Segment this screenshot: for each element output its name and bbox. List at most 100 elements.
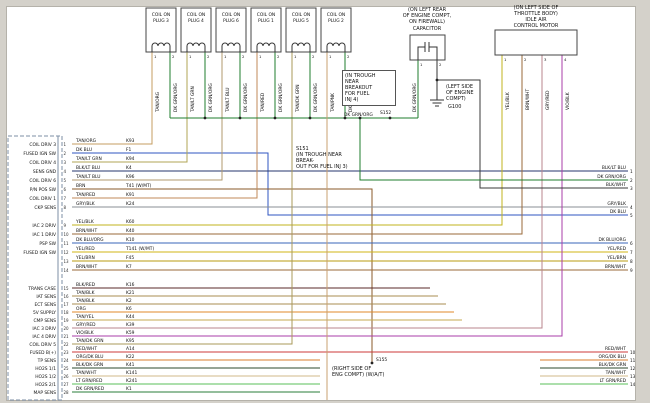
junction-dot [309, 117, 312, 120]
coil-label: PLUG 1 [258, 18, 274, 24]
splice-note-s152: (IN TROUGH NEAR BREAKOUT FOR FUEL INJ 4) [342, 70, 396, 106]
wire-color-label: TAN/BLK [75, 290, 95, 296]
pin-number: 4 [564, 57, 567, 62]
pcm-pin-number: 23 [64, 350, 70, 355]
circuit-label: K241 [126, 378, 137, 384]
terminal-number: 10 [630, 350, 636, 355]
pcm-pin-number: 21 [64, 334, 70, 339]
wire-color-label: VIO/BLK [565, 92, 571, 110]
pcm-pin-number: 9 [64, 223, 67, 228]
iac-box [495, 30, 577, 55]
circuit-label: F1 [126, 147, 132, 153]
pcm-pin-label: COIL DRIV 1 [29, 196, 56, 202]
wire-color-label: BLK/RED [76, 282, 96, 288]
pin-number: 2 [277, 54, 280, 59]
terminal-number: 14 [630, 382, 636, 387]
pcm-pin-label: FUSED B(+) [30, 350, 56, 356]
pin-number: 2 [207, 54, 210, 59]
wire-color-label: LT GRN/RED [76, 378, 103, 384]
wire-color-label: TAN/LT BLU [225, 88, 231, 113]
circuit-label: K2 [126, 298, 132, 304]
circuit-label: A14 [126, 346, 135, 352]
terminal-wire-label: BLK/WHT [606, 182, 626, 188]
circuit-label: K60 [126, 219, 135, 225]
coil-label: COIL ON [222, 12, 240, 18]
circuit-label: K6 [126, 306, 132, 312]
pcm-pin-number: 4 [64, 169, 67, 174]
terminal-wire-label: GRY/BLK [607, 201, 626, 207]
pcm-pin-number: 1 [64, 142, 67, 147]
terminal-number: 1 [630, 169, 633, 174]
pcm-pin-number: 16 [64, 294, 70, 299]
junction-dot [239, 117, 242, 120]
coil-label: COIL ON [292, 12, 310, 18]
pcm-pin-number: 28 [64, 390, 70, 395]
wire-color-label: DK GRN/ORG [243, 83, 249, 112]
wire-color-label: DK GRN/ORG [313, 83, 319, 112]
terminal-number: 4 [630, 205, 633, 210]
coil-label: PLUG 5 [293, 18, 309, 24]
terminal-number: 7 [630, 250, 633, 255]
pcm-pin-label: P/N POS SW [30, 187, 57, 193]
pcm-pin-label: HO2S 2/1 [35, 382, 56, 388]
pcm-pin-number: 10 [64, 232, 70, 237]
circuit-label: K93 [126, 138, 135, 144]
pcm-pin-number: 7 [64, 196, 67, 201]
pin-number: 2 [439, 62, 442, 67]
iac-name: IDLE AIR CONTROL MOTOR [490, 17, 582, 29]
pin-number: 1 [504, 57, 507, 62]
wire-color-label: GRY/BLK [76, 201, 95, 207]
wire-color-label: TAN/RED [75, 192, 96, 198]
circuit-label: K95 [126, 338, 135, 344]
circuit-label: K94 [126, 156, 135, 162]
pcm-pin-number: 19 [64, 318, 70, 323]
wire-color-label: DK BLU [76, 147, 92, 153]
coil-label: COIL ON [187, 12, 205, 18]
pin-number: 1 [329, 54, 332, 59]
wire-color-label: BRN/WHT [525, 89, 531, 110]
wire-color-label: DK GRN/ORG [208, 83, 214, 112]
pcm-pin-number: 8 [64, 205, 67, 210]
pcm-pin-number: 12 [64, 250, 70, 255]
wire-color-label: DK GRN/ORG [173, 83, 179, 112]
wire-color-label: GRY/RED [76, 322, 96, 328]
circuit-label: K59 [126, 330, 135, 336]
wire-color-label: BRN/WHT [76, 228, 97, 234]
circuit-label: K91 [126, 192, 135, 198]
pcm-pin-number: 2 [64, 151, 67, 156]
wire-color-label: GRY/RED [545, 90, 551, 110]
circuit-label: K141 [126, 370, 137, 376]
terminal-wire-label: LT GRN/RED [600, 378, 627, 384]
circuit-label: F45 [126, 255, 134, 261]
capacitor-box [410, 35, 445, 60]
junction-dot [274, 117, 277, 120]
splice-note-s155: (RIGHT SIDE OF ENG COMPT) (W/A/T) [332, 366, 406, 378]
pcm-pin-label: CKP SENS [34, 205, 56, 211]
pcm-pin-number: 26 [64, 374, 70, 379]
circuit-label: K40 [126, 228, 135, 234]
capacitor-note: (ON LEFT REAR OF ENGINE COMPT, ON FIREWA… [394, 7, 460, 25]
circuit-label: K7 [126, 264, 132, 270]
pin-number: 2 [172, 54, 175, 59]
wire-color-label: TAN/YEL [75, 314, 95, 320]
terminal-number: 3 [630, 186, 633, 191]
pcm-pin-number: 6 [64, 187, 67, 192]
pcm-pin-number: 5 [64, 178, 67, 183]
pcm-pin-label: HO2S 1/2 [35, 374, 56, 380]
wire-color-label: TAN/BLK [75, 298, 95, 304]
coil-label: PLUG 4 [188, 18, 204, 24]
terminal-wire-label: YEL/RED [606, 246, 626, 252]
circuit-label: K39 [126, 322, 135, 328]
pin-number: 2 [524, 57, 527, 62]
pcm-pin-number: 27 [64, 382, 70, 387]
pcm-pin-label: COIL DRIV 5 [29, 342, 56, 348]
pcm-pin-number: 11 [64, 241, 70, 246]
wire-color-label: TAN/PNK [330, 93, 336, 113]
terminal-number: 6 [630, 241, 633, 246]
pcm-pin-number: 24 [64, 358, 70, 363]
pcm-pin-label: SENS GND [33, 169, 57, 175]
diagram-canvas: COIL DRIV 31TAN/ORGK93FUSED IGN SW2DK BL… [0, 0, 650, 403]
pin-number: 2 [242, 54, 245, 59]
wire-color-label: YEL/RED [75, 246, 95, 252]
coil-label: COIL ON [257, 12, 275, 18]
